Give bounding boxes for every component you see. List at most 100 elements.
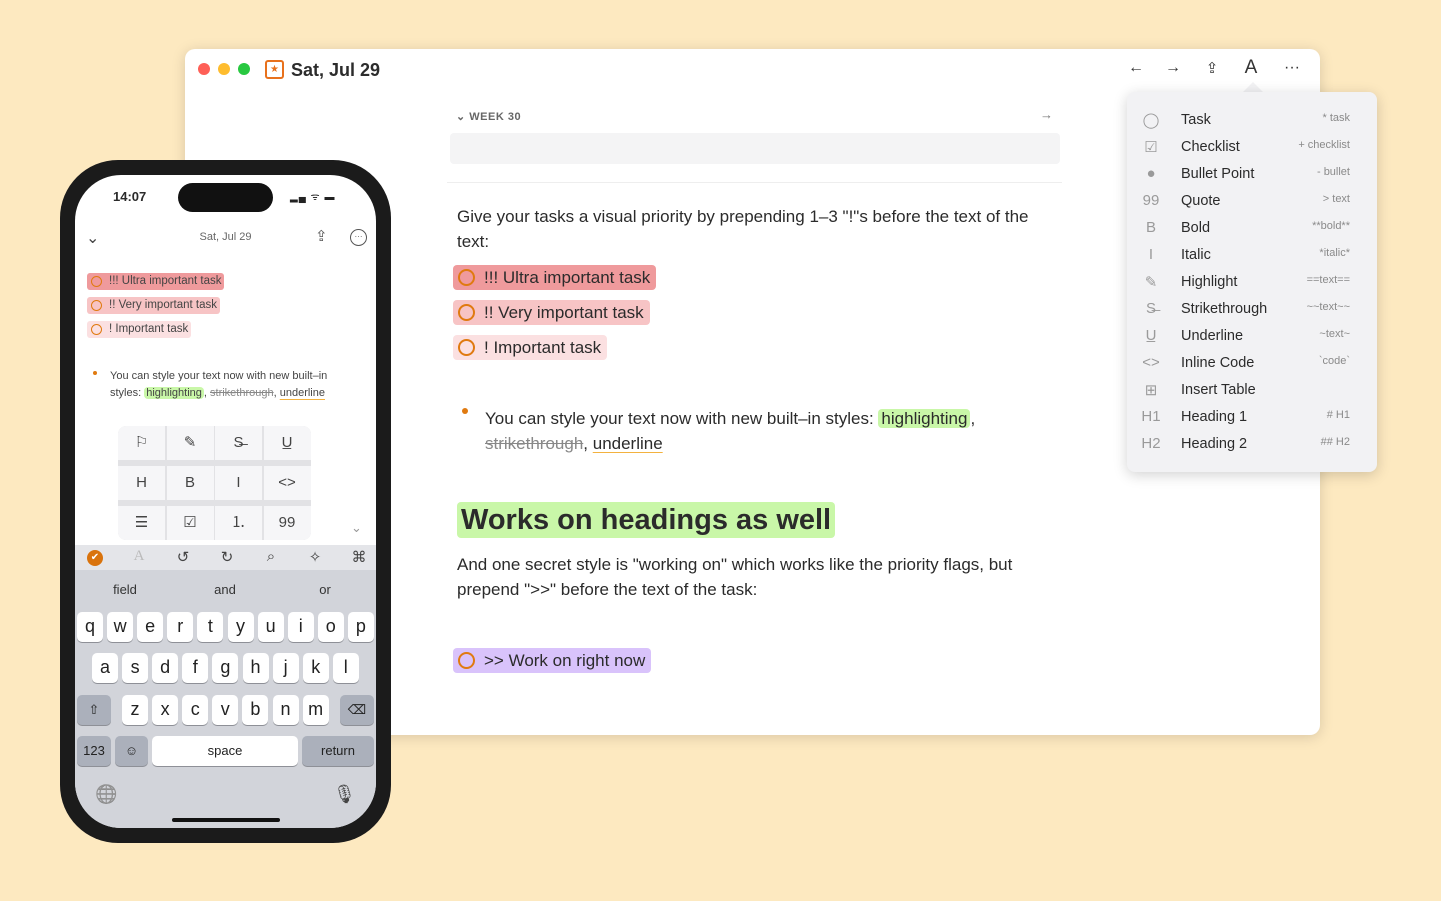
key-w[interactable]: w [107, 612, 134, 642]
menu-item-heading-2[interactable]: H2 Heading 2 ## H2 [1127, 431, 1377, 458]
font-icon[interactable]: A [1239, 57, 1263, 79]
suggestion[interactable]: field [75, 582, 175, 597]
task-circle-icon[interactable] [458, 652, 475, 669]
task-working-on[interactable]: >> Work on right now [453, 648, 652, 673]
key-m[interactable]: m [302, 695, 329, 725]
more-icon[interactable]: ··· [350, 229, 367, 246]
underline-icon[interactable]: U̲ [263, 426, 311, 460]
return-key[interactable]: return [302, 736, 374, 766]
key-s[interactable]: s [122, 653, 149, 683]
share-icon[interactable]: ⇪ [1200, 59, 1224, 77]
key-z[interactable]: z [122, 695, 148, 725]
key-d[interactable]: d [152, 653, 179, 683]
zoom-button[interactable] [238, 63, 250, 75]
key-y[interactable]: y [227, 612, 254, 642]
key-f[interactable]: f [182, 653, 209, 683]
list-icon[interactable]: ☰ [118, 506, 165, 540]
task-very[interactable]: !! Very important task [453, 300, 650, 325]
key-j[interactable]: j [272, 653, 299, 683]
task-circle-icon[interactable] [91, 324, 102, 335]
key-r[interactable]: r [167, 612, 194, 642]
numbers-key[interactable]: 123 [77, 736, 111, 766]
task-very[interactable]: !! Very important task [87, 297, 221, 314]
key-k[interactable]: k [302, 653, 329, 683]
redo-icon[interactable]: ↻ [216, 548, 238, 566]
undo-icon[interactable]: ↺ [172, 548, 194, 566]
menu-item-highlight[interactable]: ✎ Highlight ==text== [1127, 269, 1377, 296]
key-t[interactable]: t [197, 612, 224, 642]
menu-item-bullet-point[interactable]: ● Bullet Point - bullet [1127, 161, 1377, 188]
delete-key[interactable]: ⌫ [340, 695, 374, 725]
quote-icon[interactable]: 99 [263, 506, 311, 540]
collapse-chevron-icon[interactable]: ⌄ [351, 520, 362, 536]
key-b[interactable]: b [242, 695, 269, 725]
globe-icon[interactable]: 🌐 [95, 784, 117, 805]
task-important[interactable]: ! Important task [453, 335, 608, 360]
menu-item-bold[interactable]: B Bold **bold** [1127, 215, 1377, 242]
code-icon[interactable]: <> [263, 466, 311, 500]
menu-item-italic[interactable]: I Italic *italic* [1127, 242, 1377, 269]
suggestion[interactable]: and [175, 582, 275, 597]
menu-item-strikethrough[interactable]: S̶ Strikethrough ~~text~~ [1127, 296, 1377, 323]
key-c[interactable]: c [182, 695, 209, 725]
key-h[interactable]: h [242, 653, 269, 683]
flag-icon[interactable]: ⚐ [118, 426, 165, 460]
key-u[interactable]: u [257, 612, 284, 642]
heading-icon[interactable]: H [118, 466, 165, 500]
space-key[interactable]: space [152, 736, 298, 766]
back-icon[interactable]: ← [1124, 59, 1148, 77]
arrow-right-icon[interactable]: → [1040, 107, 1053, 122]
menu-item-insert-table[interactable]: ⊞ Insert Table [1127, 377, 1377, 404]
checkbox-icon[interactable]: ☑ [166, 506, 214, 540]
microphone-icon[interactable]: 🎙 [333, 784, 356, 805]
task-ultra[interactable]: !!! Ultra important task [453, 265, 657, 290]
emoji-key[interactable]: ☺ [115, 736, 148, 766]
key-o[interactable]: o [317, 612, 344, 642]
task-ultra[interactable]: !!! Ultra important task [87, 273, 225, 290]
numbered-list-icon[interactable]: ⒈ [215, 506, 262, 540]
key-p[interactable]: p [347, 612, 374, 642]
key-x[interactable]: x [152, 695, 179, 725]
task-circle-icon[interactable] [91, 276, 102, 287]
key-g[interactable]: g [212, 653, 239, 683]
command-icon[interactable]: ⌘ [348, 548, 370, 566]
menu-item-task[interactable]: ◯ Task * task [1127, 107, 1377, 134]
key-q[interactable]: q [77, 612, 103, 642]
minimize-button[interactable] [218, 63, 230, 75]
table-icon: ⊞ [1144, 382, 1158, 399]
menu-item-inline-code[interactable]: <> Inline Code `code` [1127, 350, 1377, 377]
key-a[interactable]: a [92, 653, 118, 683]
window-title: Sat, Jul 29 [291, 60, 381, 80]
key-e[interactable]: e [137, 612, 164, 642]
menu-item-heading-1[interactable]: H1 Heading 1 # H1 [1127, 404, 1377, 431]
italic-icon[interactable]: I [215, 466, 262, 500]
font-icon[interactable]: A [128, 548, 150, 565]
check-circle-icon[interactable]: ✔ [87, 550, 103, 566]
more-icon[interactable]: ··· [1280, 59, 1304, 77]
week-header[interactable]: ⌄ WEEK 30 [456, 110, 521, 123]
search-icon[interactable]: ⌕ [260, 548, 282, 565]
task-important[interactable]: ! Important task [87, 321, 192, 338]
shift-key[interactable]: ⇧ [77, 695, 111, 725]
week-bar[interactable] [450, 133, 1060, 164]
key-l[interactable]: l [332, 653, 359, 683]
strikethrough-icon[interactable]: S̶ [215, 426, 262, 460]
menu-item-checklist[interactable]: ☑ Checklist + checklist [1127, 134, 1377, 161]
highlighter-icon[interactable]: ✎ [166, 426, 214, 460]
task-circle-icon[interactable] [91, 300, 102, 311]
share-icon[interactable]: ⇪ [315, 227, 328, 245]
task-circle-icon[interactable] [458, 304, 475, 321]
suggestion[interactable]: or [275, 582, 375, 597]
task-circle-icon[interactable] [458, 269, 475, 286]
menu-item-underline[interactable]: U̲ Underline ~text~ [1127, 323, 1377, 350]
forward-icon[interactable]: → [1161, 59, 1185, 77]
menu-item-quote[interactable]: 99 Quote > text [1127, 188, 1377, 215]
task-circle-icon[interactable] [458, 339, 475, 356]
keyboard: field and or q w e r t y u i o p a s d f g h j k l z x c v b n m ⇧ ⌫ 12… [75, 570, 376, 828]
sparkles-icon[interactable]: ✧ [304, 548, 326, 566]
key-i[interactable]: i [287, 612, 314, 642]
close-button[interactable] [198, 63, 210, 75]
key-v[interactable]: v [212, 695, 239, 725]
bold-icon[interactable]: B [166, 466, 214, 500]
key-n[interactable]: n [272, 695, 299, 725]
